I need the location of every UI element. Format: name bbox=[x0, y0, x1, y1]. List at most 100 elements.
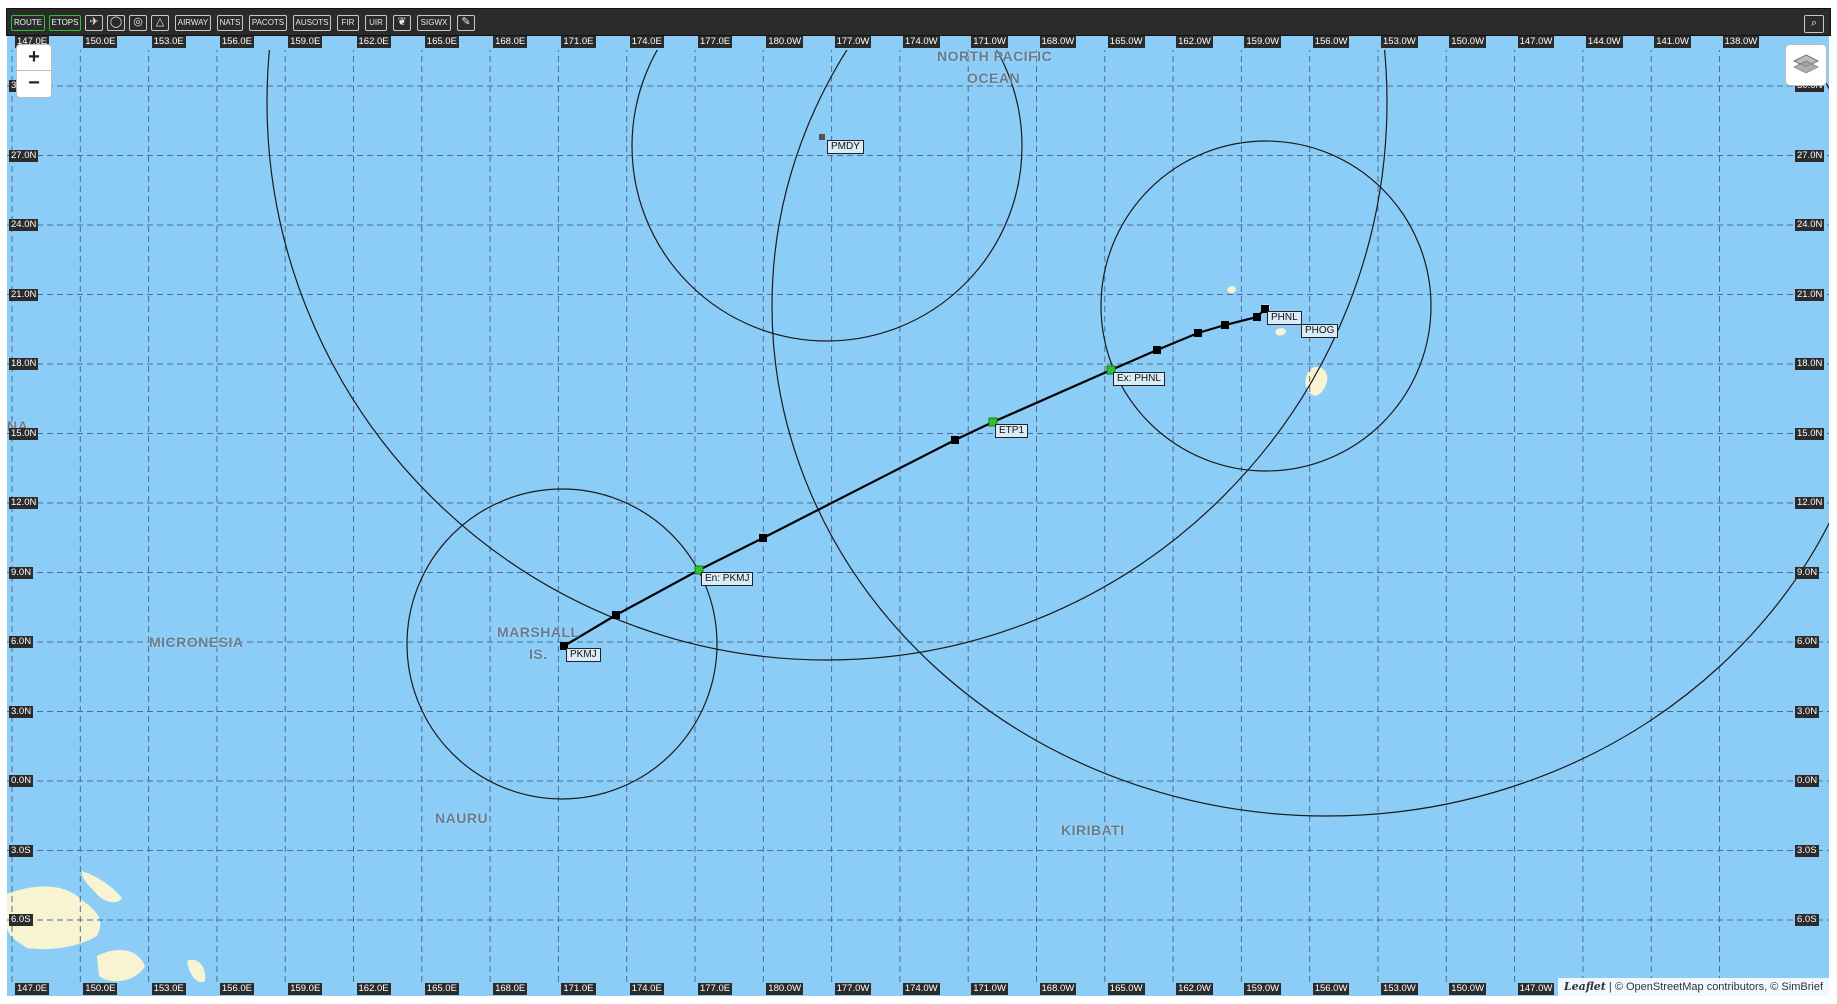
zoom-out-button[interactable]: − bbox=[16, 70, 52, 98]
fir-button[interactable]: FIR bbox=[337, 15, 359, 31]
leaf-button[interactable]: ❦ bbox=[393, 15, 411, 31]
lat-label-left: 15.0N bbox=[9, 427, 39, 440]
lat-label-left: 18.0N bbox=[9, 358, 39, 370]
lon-label-top: 141.0W bbox=[1654, 36, 1691, 48]
layers-icon bbox=[1792, 54, 1820, 74]
region-micronesia: MICRONESIA bbox=[149, 634, 244, 650]
pacots-button[interactable]: PACOTS bbox=[249, 15, 287, 31]
lat-label-left: 24.0N bbox=[9, 219, 39, 231]
lat-label-left: 6.0N bbox=[9, 636, 34, 648]
lon-label-bottom: 162.0E bbox=[356, 983, 391, 995]
lon-label-bottom: 177.0W bbox=[834, 983, 872, 995]
lon-label-top: 159.0W bbox=[1244, 36, 1282, 48]
waypoint-label-ex-phnl: Ex: PHNL bbox=[1113, 372, 1165, 386]
lon-label-top: 159.0E bbox=[288, 36, 323, 48]
attribution: Leaflet | © OpenStreetMap contributors, … bbox=[1557, 978, 1829, 996]
lon-label-top: 180.0W bbox=[766, 36, 804, 48]
lon-label-bottom: 165.0W bbox=[1107, 983, 1145, 995]
region-nauru: NAURU bbox=[435, 810, 489, 826]
circle-icon: ◯ bbox=[109, 16, 123, 28]
target-icon: ◎ bbox=[133, 16, 143, 28]
route-button[interactable]: ROUTE bbox=[11, 15, 45, 31]
lat-label-right: 3.0N bbox=[1795, 705, 1820, 718]
lat-label-right: 18.0N bbox=[1795, 358, 1825, 370]
lon-label-top: 150.0E bbox=[83, 36, 118, 48]
lat-label-right: 21.0N bbox=[1795, 288, 1825, 301]
lon-label-bottom: 150.0E bbox=[83, 983, 118, 995]
lon-label-bottom: 162.0W bbox=[1176, 983, 1213, 995]
route-waypoint bbox=[759, 534, 767, 542]
route-waypoint bbox=[612, 611, 620, 619]
region-kiribati: KIRIBATI bbox=[1061, 822, 1125, 838]
map-view[interactable]: NORTH PACIFIC OCEAN MICRONESIA MARSHALL IS. N… bbox=[7, 36, 1829, 996]
lon-label-bottom: 150.0W bbox=[1449, 983, 1487, 995]
lon-label-top: 177.0W bbox=[834, 36, 872, 48]
lon-label-top: 171.0W bbox=[971, 36, 1008, 48]
map-canvas bbox=[7, 36, 1829, 996]
lon-label-bottom: 177.0E bbox=[698, 983, 733, 995]
lat-label-right: 15.0N bbox=[1795, 427, 1825, 440]
lon-label-bottom: 165.0E bbox=[424, 983, 459, 995]
satellite-icon: ✈ bbox=[89, 16, 99, 28]
lon-label-bottom: 180.0W bbox=[766, 983, 804, 995]
circle-button[interactable]: ◯ bbox=[107, 15, 125, 31]
zoom-in-button[interactable]: + bbox=[16, 44, 52, 72]
lon-label-top: 168.0W bbox=[1039, 36, 1077, 48]
attribution-text: | © OpenStreetMap contributors, © SimBri… bbox=[1608, 981, 1823, 993]
wrench-icon: ✎ bbox=[461, 16, 471, 28]
waypoint-label-etp1: ETP1 bbox=[995, 424, 1029, 438]
lat-label-right: 0.0N bbox=[1795, 775, 1820, 787]
lon-label-bottom: 174.0E bbox=[629, 983, 664, 995]
waypoint-label-en-pkmj: En: PKMJ bbox=[701, 572, 754, 586]
route-waypoint bbox=[951, 436, 959, 444]
lat-label-left: 12.0N bbox=[9, 497, 39, 509]
lon-label-top: 162.0W bbox=[1176, 36, 1213, 48]
lon-label-top: 147.0W bbox=[1517, 36, 1555, 48]
lat-label-right: 24.0N bbox=[1795, 219, 1825, 231]
lon-label-bottom: 156.0E bbox=[219, 983, 255, 995]
lon-label-bottom: 156.0W bbox=[1312, 983, 1350, 995]
triangle-button[interactable]: △ bbox=[151, 15, 169, 31]
lat-label-right: 12.0N bbox=[1795, 497, 1825, 509]
lon-label-top: 177.0E bbox=[698, 36, 733, 48]
lon-label-top: 156.0E bbox=[219, 36, 255, 48]
ausots-button[interactable]: AUSOTS bbox=[293, 15, 331, 31]
lon-label-top: 165.0W bbox=[1107, 36, 1145, 48]
region-marshall: MARSHALL bbox=[497, 624, 580, 640]
etops-button[interactable]: ETOPS bbox=[49, 15, 81, 31]
layers-control[interactable] bbox=[1785, 44, 1827, 86]
lon-label-top: 171.0E bbox=[561, 36, 596, 48]
target-button[interactable]: ◎ bbox=[129, 15, 147, 31]
lon-label-top: 156.0W bbox=[1312, 36, 1350, 48]
pmdy-marker bbox=[819, 134, 825, 140]
triangle-icon: △ bbox=[155, 16, 165, 28]
leaf-icon: ❦ bbox=[397, 16, 407, 28]
search-icon: ⌕ bbox=[1810, 17, 1818, 29]
lon-label-bottom: 153.0E bbox=[151, 983, 186, 995]
lon-label-top: 153.0E bbox=[151, 36, 186, 48]
lon-label-bottom: 159.0W bbox=[1244, 983, 1282, 995]
search-button[interactable]: ⌕ bbox=[1804, 15, 1824, 33]
lat-label-right: 6.0S bbox=[1795, 914, 1819, 926]
lat-label-right: 6.0N bbox=[1795, 636, 1820, 648]
lat-label-left: 3.0S bbox=[9, 844, 33, 857]
route-waypoint bbox=[1221, 321, 1229, 329]
wrench-button[interactable]: ✎ bbox=[457, 15, 475, 31]
lat-label-left: 3.0N bbox=[9, 705, 34, 718]
airway-button[interactable]: AIRWAY bbox=[175, 15, 211, 31]
lon-label-bottom: 168.0E bbox=[493, 983, 528, 995]
lon-label-bottom: 159.0E bbox=[288, 983, 323, 995]
lon-label-bottom: 168.0W bbox=[1039, 983, 1077, 995]
lon-label-bottom: 153.0W bbox=[1381, 983, 1418, 995]
sigwx-button[interactable]: SIGWX bbox=[417, 15, 451, 31]
nats-button[interactable]: NATS bbox=[217, 15, 243, 31]
waypoint-label-phog: PHOG bbox=[1301, 324, 1339, 338]
lat-label-left: 27.0N bbox=[9, 149, 39, 162]
map-toolbar: ROUTE ETOPS ✈ ◯ ◎ △ AIRWAY NATS PACOTS A… bbox=[6, 8, 1831, 36]
lat-label-right: 9.0N bbox=[1795, 566, 1820, 579]
region-ocean: OCEAN bbox=[967, 70, 1021, 86]
satellite-button[interactable]: ✈ bbox=[85, 15, 103, 31]
route-waypoint bbox=[1253, 313, 1261, 321]
leaflet-link[interactable]: Leaflet bbox=[1564, 980, 1606, 993]
uir-button[interactable]: UIR bbox=[365, 15, 387, 31]
